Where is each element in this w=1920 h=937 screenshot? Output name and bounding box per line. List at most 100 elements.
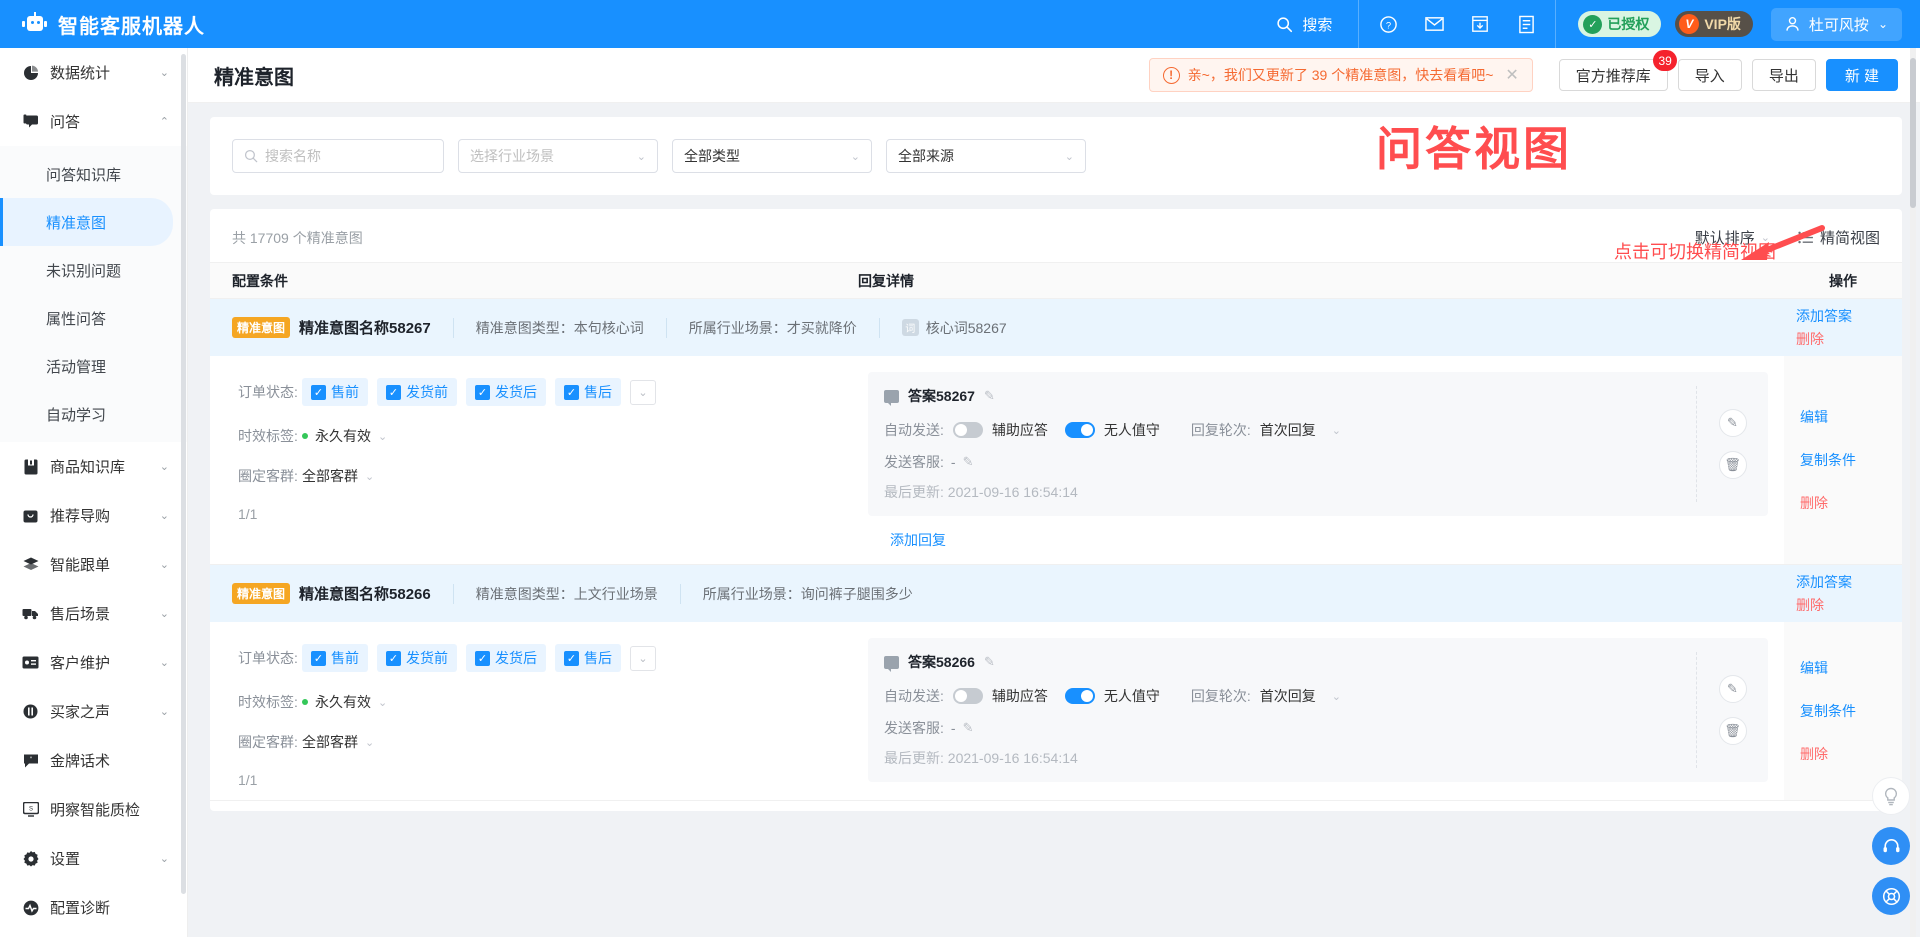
order-status-postship[interactable]: ✓ 发货后 [466,378,546,406]
inbox-download-icon[interactable] [1457,0,1503,48]
mail-icon[interactable] [1411,0,1457,48]
sidebar-item-recommend-guide[interactable]: 推荐导购 ⌄ [0,491,187,540]
order-status-expand-button[interactable]: ⌄ [630,379,656,405]
copy-condition-link[interactable]: 复制条件 [1800,450,1856,470]
edit-link[interactable]: 编辑 [1800,658,1828,678]
vip-badge[interactable]: V VIP版 [1675,11,1753,37]
global-search-button[interactable]: 搜索 [1250,0,1358,48]
pencil-icon[interactable]: ✎ [984,388,995,404]
add-answer-link[interactable]: 添加答案 [1796,572,1902,592]
order-status-postship[interactable]: ✓ 发货后 [466,644,546,672]
unattended-toggle[interactable] [1064,422,1095,438]
search-input[interactable]: 搜索名称 [232,139,444,173]
sidebar-item-aftersale-scene[interactable]: 售后场景 ⌄ [0,589,187,638]
svg-text:S: S [28,807,32,813]
delete-link[interactable]: 删除 [1800,744,1828,764]
pencil-icon[interactable]: ✎ [984,654,995,670]
intent-type: 精准意图类型：上文行业场景 [452,583,680,604]
sidebar-item-smart-follow[interactable]: 智能跟单 ⌄ [0,540,187,589]
book-icon [22,458,39,475]
delete-reply-button[interactable]: 🗑 [1718,717,1747,745]
order-status-presale[interactable]: ✓ 售前 [302,644,368,672]
assist-reply-toggle[interactable] [952,688,983,704]
edit-reply-button[interactable]: ✎ [1718,409,1747,437]
sidebar-item-data-stats[interactable]: 数据统计 ⌄ [0,48,187,97]
pencil-icon[interactable]: ✎ [963,454,974,470]
chevron-down-icon: ⌄ [850,150,860,163]
delete-reply-button[interactable]: 🗑 [1718,451,1747,479]
copy-condition-link[interactable]: 复制条件 [1800,701,1856,721]
user-menu[interactable]: 杜可风按 ⌄ [1770,7,1902,41]
brand[interactable]: 智能客服机器人 [0,10,204,39]
export-button[interactable]: 导出 [1751,59,1816,91]
chevron-down-icon[interactable]: ⌄ [378,430,387,443]
create-button[interactable]: 新 建 [1825,59,1898,91]
official-library-button[interactable]: 官方推荐库 39 [1558,50,1677,91]
intent-header: 精准意图 精准意图名称58267 精准意图类型：本句核心词 所属行业场景：才买就… [210,299,1902,356]
sidebar-item-qa[interactable]: 问答 ⌃ [0,97,187,146]
document-icon[interactable] [1503,0,1549,48]
intent-tag: 精准意图 [232,583,291,604]
help-circle-icon[interactable]: ? [1365,0,1411,48]
type-select[interactable]: 全部类型 ⌄ [672,139,872,173]
sidebar-item-product-kb[interactable]: 商品知识库 ⌄ [0,442,187,491]
import-button[interactable]: 导入 [1677,59,1742,91]
sidebar-scrollbar[interactable] [181,54,186,894]
source-select[interactable]: 全部来源 ⌄ [886,139,1086,173]
sidebar-item-config-diagnosis[interactable]: 配置诊断 [0,883,187,932]
page-scrollbar-thumb[interactable] [1910,58,1916,208]
industry-scene-select[interactable]: 选择行业场景 ⌄ [458,139,658,173]
delete-intent-link[interactable]: 删除 [1796,595,1902,615]
send-agent-label: 发送客服: [884,720,944,736]
sidebar-item-activity-mgmt[interactable]: 活动管理 [0,342,187,390]
sidebar-item-auto-learning[interactable]: 自动学习 [0,390,187,438]
lightbulb-icon[interactable] [1872,777,1910,815]
sidebar-item-attribute-qa[interactable]: 属性问答 [0,294,187,342]
delete-link[interactable]: 删除 [1800,493,1828,513]
checkbox-icon: ✓ [475,650,490,666]
intent-keyword: 词 核心词58267 [878,317,1029,338]
search-input-placeholder: 搜索名称 [265,148,321,164]
sidebar-item-qa-knowledge[interactable]: 问答知识库 [0,150,187,198]
answer-title-row: 答案58266 ✎ [884,652,1696,672]
unattended-toggle[interactable] [1064,688,1095,704]
chevron-down-icon[interactable]: ⌄ [1332,424,1341,437]
auto-send-row: 自动发送: 辅助应答 无人值守 回复轮次: 首次回复 ⌄ [884,686,1696,706]
close-icon[interactable]: ✕ [1505,65,1518,85]
intent-body: 订单状态: ✓ 售前 ✓ 发货前 ✓ 发货后 ✓ 售后 ⌄ 时效标签: 永久有效 [210,622,1902,801]
reply-round-value: 首次回复 [1259,688,1316,704]
auth-badge[interactable]: ✓ 已授权 [1578,11,1662,37]
order-status-aftersale[interactable]: ✓ 售后 [555,644,621,672]
edit-reply-button[interactable]: ✎ [1718,675,1747,703]
chevron-down-icon[interactable]: ⌄ [1332,690,1341,703]
add-answer-link[interactable]: 添加答案 [1796,306,1902,326]
pencil-icon[interactable]: ✎ [963,720,974,736]
sidebar-item-gold-script[interactable]: “ 金牌话术 [0,736,187,785]
order-status-aftersale[interactable]: ✓ 售后 [555,378,621,406]
edit-link[interactable]: 编辑 [1800,407,1828,427]
add-reply-link[interactable]: 添加回复 [890,530,1768,550]
support-icon[interactable] [1872,877,1910,915]
order-status-expand-button[interactable]: ⌄ [630,645,656,671]
assist-reply-toggle[interactable] [952,422,983,438]
order-status-presale[interactable]: ✓ 售前 [302,378,368,406]
sidebar-item-goal-mgmt[interactable]: 目标管理 [0,932,187,937]
sidebar-item-customer-care[interactable]: 客户维护 ⌄ [0,638,187,687]
send-agent-label: 发送客服: [884,454,944,470]
chevron-down-icon[interactable]: ⌄ [378,696,387,709]
chevron-down-icon[interactable]: ⌄ [365,470,374,483]
order-status-preship[interactable]: ✓ 发货前 [377,378,457,406]
top-header-bar: 智能客服机器人 搜索 ? ✓ 已授权 V VIP版 杜可风按 ⌄ [0,0,1920,48]
delete-intent-link[interactable]: 删除 [1796,329,1902,349]
status-dot-icon [302,433,308,439]
sidebar-item-precise-intent[interactable]: 精准意图 [0,198,173,246]
order-status-preship[interactable]: ✓ 发货前 [377,644,457,672]
headset-icon[interactable] [1872,827,1910,865]
sidebar-item-quality-inspection[interactable]: S 明察智能质检 [0,785,187,834]
checkbox-icon: ✓ [475,384,490,400]
unattended-label: 无人值守 [1103,688,1160,704]
sidebar-item-unrecognized[interactable]: 未识别问题 [0,246,187,294]
sidebar-item-buyer-voice[interactable]: 买家之声 ⌄ [0,687,187,736]
chevron-down-icon[interactable]: ⌄ [365,736,374,749]
sidebar-item-settings[interactable]: 设置 ⌄ [0,834,187,883]
